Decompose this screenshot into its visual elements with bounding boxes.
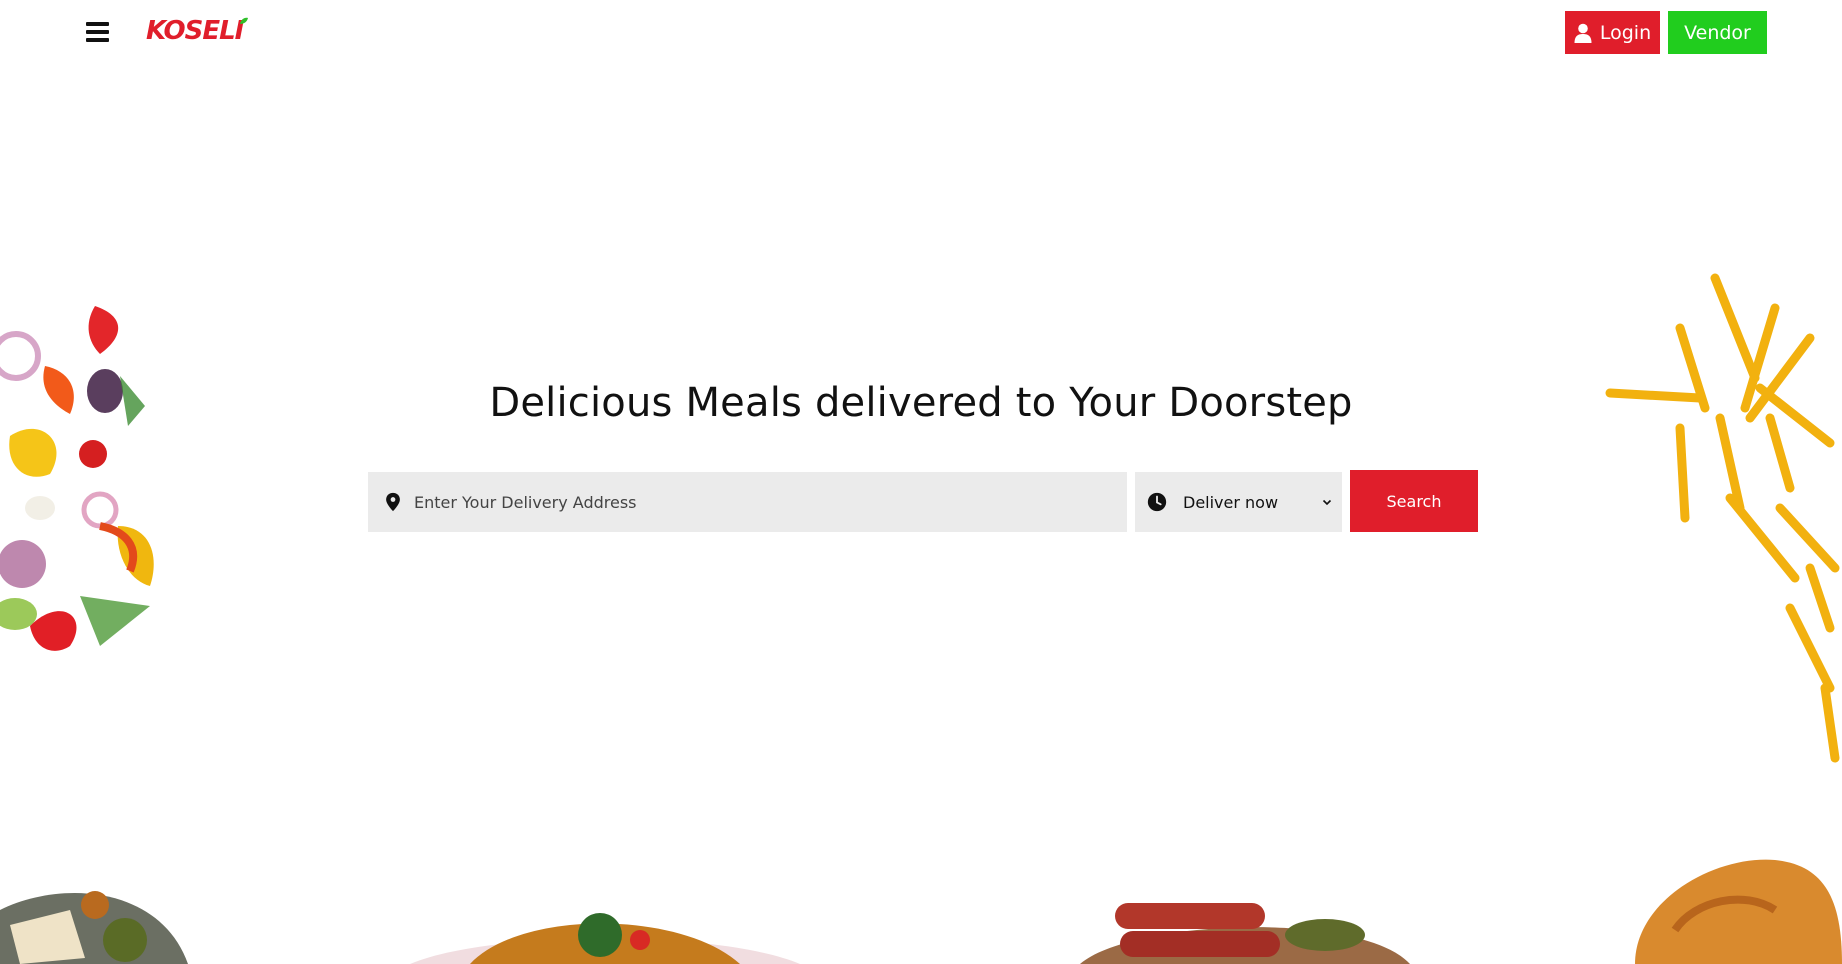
vegetables-image: [0, 306, 154, 651]
delivery-address-input[interactable]: [414, 472, 1127, 532]
french-fries-image: [1605, 273, 1840, 763]
vendor-label: Vendor: [1684, 21, 1751, 44]
fried-chicken-image: [1635, 859, 1842, 964]
logo-text: KOSELI: [146, 16, 244, 46]
hamburger-menu-icon[interactable]: [86, 21, 110, 43]
grilled-platter-image: [1080, 903, 1410, 964]
clock-icon: [1147, 492, 1167, 512]
hero-title: Delicious Meals delivered to Your Doorst…: [489, 380, 1353, 426]
logo-leaf-icon: [240, 17, 249, 24]
delivery-time-select[interactable]: Deliver now: [1135, 472, 1342, 532]
location-pin-icon: [386, 492, 400, 512]
login-button[interactable]: Login: [1565, 11, 1660, 54]
delivery-address-field[interactable]: [368, 472, 1127, 532]
brand-logo[interactable]: KOSELI: [146, 14, 249, 48]
search-button[interactable]: Search: [1350, 470, 1478, 532]
user-icon: [1574, 23, 1592, 43]
login-label: Login: [1599, 21, 1652, 44]
thali-plate-image: [0, 891, 188, 964]
delivery-time-value: Deliver now: [1183, 492, 1279, 512]
noodles-image: [410, 913, 800, 964]
chevron-down-icon: [1322, 499, 1332, 506]
vendor-button[interactable]: Vendor: [1668, 11, 1767, 54]
